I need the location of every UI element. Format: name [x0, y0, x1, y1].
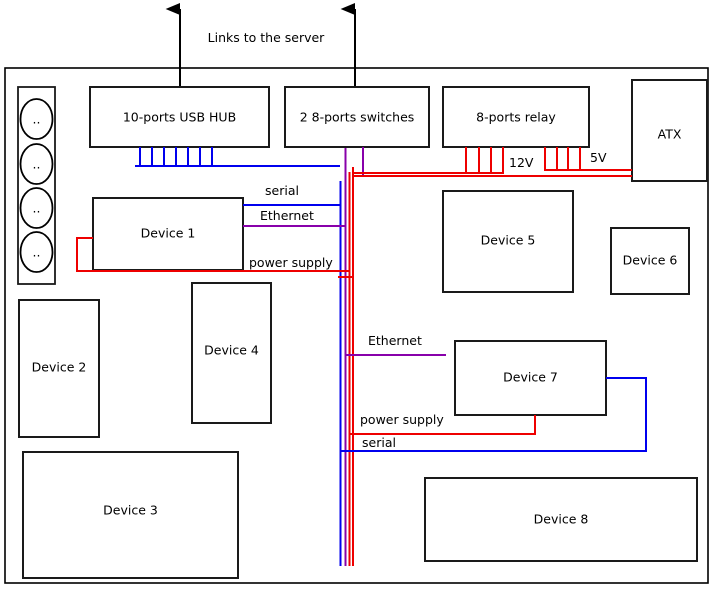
system-wiring-diagram: Links to the server .. .. .. .. 10-ports… — [4, 3, 709, 584]
device-3-label: Device 3 — [103, 503, 158, 518]
node-device-7[interactable]: Device 7 — [454, 340, 607, 416]
device-7-ethernet-label: Ethernet — [368, 333, 422, 348]
switches-label: 2 8-ports switches — [300, 110, 415, 125]
node-device-5[interactable]: Device 5 — [442, 190, 574, 293]
slot-1-label: .. — [33, 112, 41, 127]
slot-3[interactable]: .. — [19, 187, 54, 229]
usb-hub-label: 10-ports USB HUB — [123, 110, 236, 125]
node-usb-hub[interactable]: 10-ports USB HUB — [89, 86, 270, 148]
device-6-label: Device 6 — [623, 253, 678, 268]
node-relay[interactable]: 8-ports relay — [442, 86, 590, 148]
switches-wiring — [362, 147, 443, 177]
atx-label: ATX — [658, 127, 682, 142]
slot-2[interactable]: .. — [19, 143, 54, 185]
slot-1[interactable]: .. — [19, 98, 54, 140]
node-device-8[interactable]: Device 8 — [424, 477, 698, 562]
device-8-label: Device 8 — [534, 512, 589, 527]
node-device-2[interactable]: Device 2 — [18, 299, 100, 438]
device-4-label: Device 4 — [204, 343, 259, 358]
device-1-power-label: power supply — [249, 255, 333, 270]
node-device-4[interactable]: Device 4 — [191, 282, 272, 424]
device-1-label: Device 1 — [141, 226, 196, 241]
diagram-canvas: Links to the server .. .. .. .. 10-ports… — [0, 0, 713, 590]
device-7-serial-label: serial — [362, 435, 396, 450]
rail-12v-label: 12V — [509, 155, 534, 170]
relay-label: 8-ports relay — [476, 110, 556, 125]
switch-uplink-right — [362, 147, 443, 177]
node-device-1[interactable]: Device 1 — [92, 197, 244, 271]
device-1-ethernet-label: Ethernet — [260, 208, 314, 223]
slot-4-label: .. — [33, 245, 41, 260]
device-1-serial-label: serial — [265, 183, 299, 198]
device-5-label: Device 5 — [481, 233, 536, 248]
node-switches[interactable]: 2 8-ports switches — [284, 86, 430, 148]
usb-hub-wiring — [135, 147, 340, 167]
node-atx[interactable]: ATX — [631, 79, 708, 182]
device-2-label: Device 2 — [32, 360, 87, 375]
slot-bay: .. .. .. .. — [17, 86, 56, 285]
server-link-arrows — [165, 3, 356, 95]
device-7-power-label: power supply — [360, 412, 444, 427]
vertical-trunk-bus — [339, 148, 354, 566]
slot-3-label: .. — [33, 201, 41, 216]
node-device-3[interactable]: Device 3 — [22, 451, 239, 579]
rail-5v-label: 5V — [590, 150, 607, 165]
relay-wiring: 12V 5V — [352, 147, 632, 177]
diagram-title: Links to the server — [208, 30, 326, 45]
device-7-label: Device 7 — [503, 370, 558, 385]
slot-4[interactable]: .. — [19, 231, 54, 273]
node-device-6[interactable]: Device 6 — [610, 227, 690, 295]
slot-2-label: .. — [33, 157, 41, 172]
